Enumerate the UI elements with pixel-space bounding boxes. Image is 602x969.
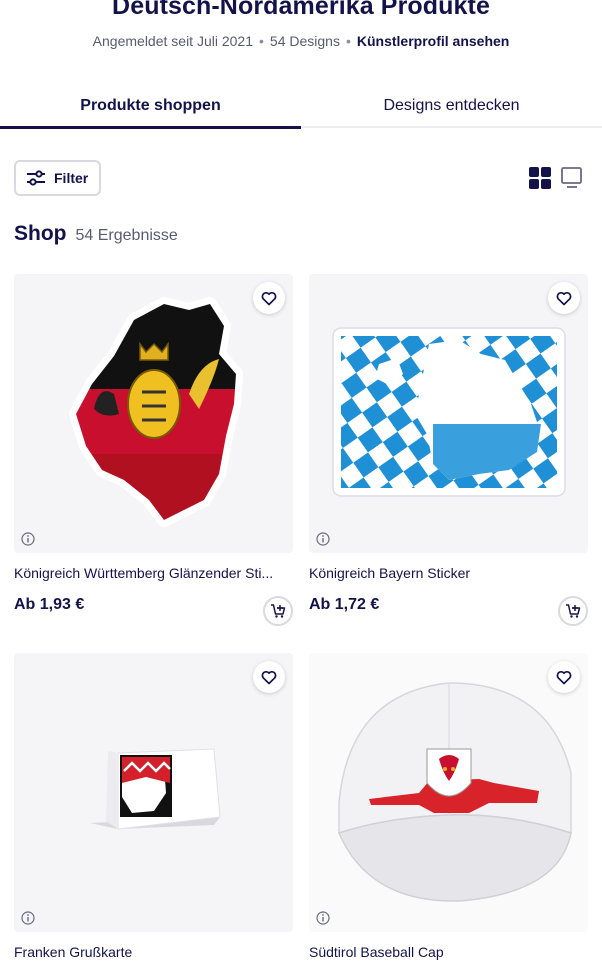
artist-profile-link[interactable]: Künstlerprofil ansehen: [357, 33, 509, 49]
product-name[interactable]: Franken Grußkarte: [14, 944, 293, 960]
product-name[interactable]: Königreich Württemberg Glänzender Sti...: [14, 565, 293, 581]
info-icon[interactable]: [316, 911, 330, 925]
sliders-icon: [26, 170, 46, 186]
tab-shop-products[interactable]: Produkte shoppen: [0, 86, 301, 129]
shop-title: Shop: [14, 222, 67, 245]
product-image[interactable]: [309, 653, 588, 932]
separator-dot: •: [259, 33, 264, 49]
heart-icon: [556, 670, 572, 684]
artist-meta: Angemeldet seit Juli 2021 • 54 Designs • Kün…: [0, 33, 602, 49]
product-price: Ab 1,72 €: [309, 596, 380, 613]
favorite-button[interactable]: [548, 661, 580, 693]
filter-button[interactable]: Filter: [14, 160, 101, 196]
cart-add-icon: [566, 604, 581, 618]
add-to-cart-button[interactable]: [558, 596, 588, 626]
product-price: Ab 1,93 €: [14, 596, 85, 613]
favorite-button[interactable]: [548, 282, 580, 314]
franken-card-image: [90, 748, 221, 830]
heart-icon: [261, 291, 277, 305]
product-name[interactable]: Südtirol Baseball Cap: [309, 944, 588, 960]
separator-dot: •: [345, 33, 351, 49]
cart-add-icon: [271, 604, 286, 618]
page-title: Deutsch-Nordamerika Produkte: [112, 0, 490, 20]
filter-label: Filter: [54, 170, 89, 186]
info-icon[interactable]: [21, 911, 35, 925]
heart-icon: [556, 291, 572, 305]
tab-bar: Produkte shoppen Designs entdecken: [0, 86, 602, 129]
info-icon[interactable]: [316, 532, 330, 546]
info-icon[interactable]: [21, 532, 35, 546]
list-view-icon[interactable]: [561, 167, 583, 189]
shop-heading: Shop 54 Ergebnisse: [14, 222, 178, 246]
member-since: Angemeldet seit Juli 2021: [92, 33, 253, 49]
product-name[interactable]: Königreich Bayern Sticker: [309, 565, 588, 581]
favorite-button[interactable]: [253, 661, 285, 693]
bayern-sticker-image: [332, 327, 566, 497]
tab-explore-designs[interactable]: Designs entdecken: [301, 86, 602, 128]
favorite-button[interactable]: [253, 282, 285, 314]
product-image[interactable]: [14, 274, 293, 553]
product-image[interactable]: [309, 274, 588, 553]
suedtirol-cap-image: [309, 653, 588, 932]
heart-icon: [261, 670, 277, 684]
product-image[interactable]: [14, 653, 293, 932]
grid-view-icon[interactable]: [529, 167, 551, 189]
designs-count: 54 Designs: [269, 33, 340, 49]
wuerttemberg-sticker-image: [69, 297, 243, 527]
results-count: 54 Ergebnisse: [75, 227, 178, 244]
add-to-cart-button[interactable]: [263, 596, 293, 626]
